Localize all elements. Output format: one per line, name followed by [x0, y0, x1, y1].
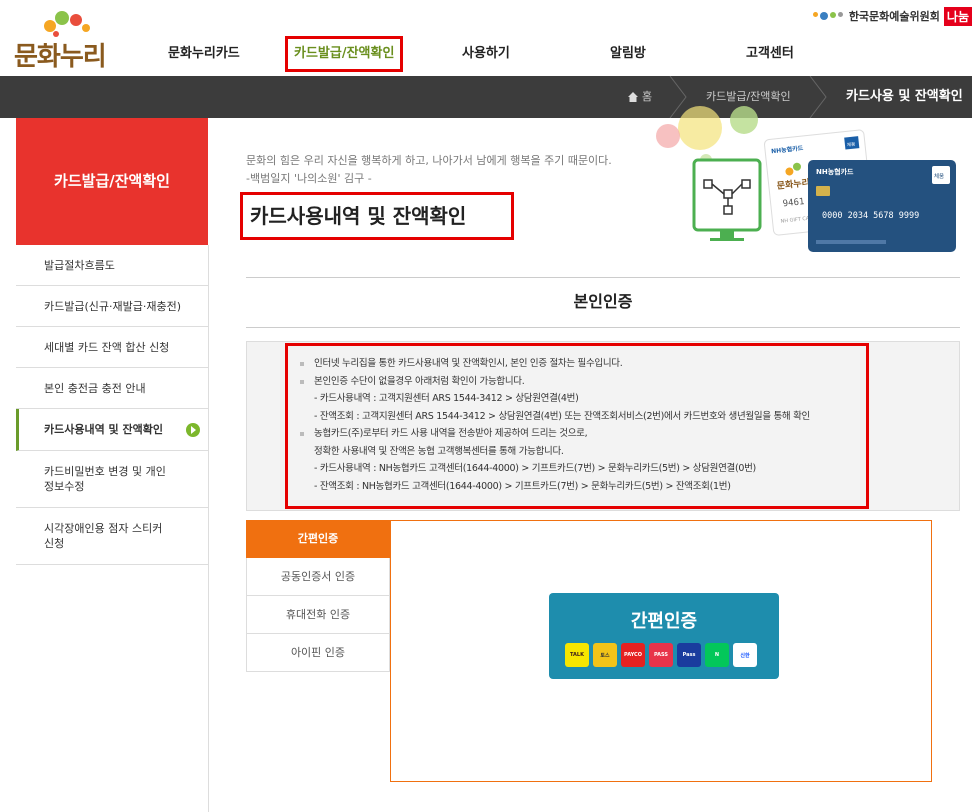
provider-2-icon: PAYCO	[621, 643, 645, 667]
sidebar-item-flow[interactable]: 발급절차흐름도	[16, 245, 208, 286]
sidebar-menu: 발급절차흐름도 카드발급(신규·재발급·재충전) 세대별 카드 잔액 합산 신청…	[16, 245, 209, 812]
org-name: 한국문화예술위원회	[848, 10, 940, 23]
info-line: 본인인증 수단이 없을경우 아래처럼 확인이 가능합니다.	[300, 373, 810, 391]
logo[interactable]: 문화누리	[14, 8, 114, 72]
sidebar-item-label-line1: 카드비밀번호 변경 및 개인	[44, 465, 166, 478]
tab-simple-auth[interactable]: 간편인증	[246, 520, 390, 558]
sidebar-item-label: 카드비밀번호 변경 및 개인 정보수정	[44, 464, 166, 494]
section-title: 본인인증	[573, 292, 633, 311]
page-title: 카드사용내역 및 잔액확인	[240, 192, 514, 240]
provider-1-icon: 토스	[593, 643, 617, 667]
logo-text: 문화누리	[14, 42, 107, 72]
provider-4-icon: Pass	[677, 643, 701, 667]
sidebar-item-label: 본인 충전금 충전 안내	[44, 381, 146, 395]
org-badge: 나눔	[943, 6, 972, 26]
logo-dots-icon	[44, 11, 90, 37]
header: 문화누리 한국문화예술위원회 나눔 문화누리카드 카드발급/잔액확인 사용하기 …	[0, 0, 972, 76]
quote-line1: 문화의 힘은 우리 자신을 행복하게 하고, 나아가서 남에게 행복을 주기 때…	[246, 154, 612, 167]
sidebar-header: 카드발급/잔액확인	[16, 118, 208, 245]
info-list: 인터넷 누리집을 통한 카드사용내역 및 잔액확인시, 본인 인증 절차는 필수…	[300, 355, 810, 495]
nav-item-card[interactable]: 문화누리카드	[168, 36, 240, 72]
sidebar-item-issue[interactable]: 카드발급(신규·재발급·재충전)	[16, 286, 208, 327]
home-icon	[628, 92, 638, 102]
info-line: - 카드사용내역 : 고객지원센터 ARS 1544-3412 > 상담원연결(…	[314, 393, 579, 404]
org-dots-icon	[812, 12, 843, 20]
tab-ipin-auth[interactable]: 아이핀 인증	[246, 634, 390, 672]
sidebar-item-password[interactable]: 카드비밀번호 변경 및 개인 정보수정	[16, 451, 208, 508]
sidebar-item-label: 시각장애인용 점자 스티커 신청	[44, 521, 162, 551]
tab-phone-auth[interactable]: 휴대전화 인증	[246, 596, 390, 634]
auth-panel: 간편인증 TALK 토스 PAYCO PASS Pass N 신한	[390, 520, 932, 782]
sidebar-item-label-line2: 신청	[44, 537, 65, 550]
info-line: 정확한 사용내역 및 잔액은 농협 고객행복센터를 통해 가능합니다.	[314, 445, 564, 457]
info-line: 인터넷 누리집을 통한 카드사용내역 및 잔액확인시, 본인 인증 절차는 필수…	[300, 355, 810, 373]
info-line: - 잔액조회 : NH농협카드 고객센터(1644-4000) > 기프트카드(…	[314, 480, 731, 492]
nav-item-notice[interactable]: 알림방	[610, 36, 646, 72]
sidebar-item-label: 카드발급(신규·재발급·재충전)	[44, 299, 182, 313]
card2-brand: NH농협카드	[816, 167, 854, 176]
sidebar-item-label-line2: 정보수정	[44, 480, 85, 493]
divider	[246, 277, 960, 278]
sidebar-item-braille[interactable]: 시각장애인용 점자 스티커 신청	[16, 508, 208, 565]
simple-auth-button[interactable]: 간편인증 TALK 토스 PAYCO PASS Pass N 신한	[549, 593, 779, 679]
sidebar-item-household-sum[interactable]: 세대별 카드 잔액 합산 신청	[16, 327, 208, 368]
hero-card-illustration: NH농협카드 체움 문화누리 9461 NH GIFT CARD NH농협카드 …	[656, 106, 956, 252]
nav-item-use[interactable]: 사용하기	[462, 36, 510, 72]
sidebar-item-label: 발급절차흐름도	[44, 258, 115, 272]
nav-item-issue-balance[interactable]: 카드발급/잔액확인	[285, 36, 404, 72]
provider-5-icon: N	[705, 643, 729, 667]
sidebar-item-label: 세대별 카드 잔액 합산 신청	[44, 340, 170, 354]
info-line: 농협카드(주)로부터 카드 사용 내역을 전송받아 제공하여 드리는 것으로,	[300, 425, 810, 443]
divider	[246, 327, 960, 328]
provider-icons: TALK 토스 PAYCO PASS Pass N 신한	[565, 643, 757, 667]
org-link[interactable]: 한국문화예술위원회 나눔	[812, 6, 972, 26]
sidebar-item-label-line1: 시각장애인용 점자 스티커	[44, 522, 163, 535]
auth-tabs: 간편인증 공동인증서 인증 휴대전화 인증 아이핀 인증	[246, 520, 390, 672]
info-line: - 카드사용내역 : NH농협카드 고객센터(1644-4000) > 기프트카…	[314, 463, 756, 474]
nav-item-support[interactable]: 고객센터	[746, 36, 794, 72]
card2-number: 0000 2034 5678 9999	[822, 211, 919, 221]
card2-badge: 체움	[934, 172, 944, 180]
quote-line2: -백범일지 '나의소원' 김구 -	[246, 172, 372, 185]
tab-certificate-auth[interactable]: 공동인증서 인증	[246, 558, 390, 596]
sidebar-item-label: 카드사용내역 및 잔액확인	[44, 423, 163, 436]
provider-3-icon: PASS	[649, 643, 673, 667]
arrow-circle-icon	[186, 422, 200, 437]
sidebar-item-usage-balance[interactable]: 카드사용내역 및 잔액확인	[16, 409, 208, 451]
sidebar-item-self-charge[interactable]: 본인 충전금 충전 안내	[16, 368, 208, 409]
info-line: - 잔액조회 : 고객지원센터 ARS 1544-3412 > 상담원연결(4번…	[314, 410, 810, 422]
quote: 문화의 힘은 우리 자신을 행복하게 하고, 나아가서 남에게 행복을 주기 때…	[246, 152, 612, 188]
simple-auth-label: 간편인증	[630, 611, 698, 632]
provider-6-icon: 신한	[733, 643, 757, 667]
provider-0-icon: TALK	[565, 643, 589, 667]
sidebar-title: 카드발급/잔액확인	[54, 172, 170, 190]
